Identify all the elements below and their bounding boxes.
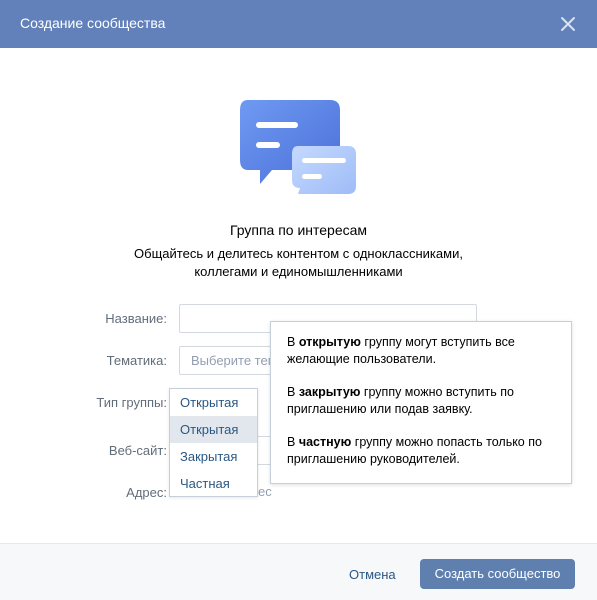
- create-community-button[interactable]: Создать сообщество: [420, 559, 575, 589]
- address-placeholder-tail: ес: [258, 484, 272, 499]
- group-type-option-closed[interactable]: Закрытая: [170, 443, 257, 470]
- topic-label: Тематика:: [106, 353, 167, 368]
- community-description-line1: Общайтесь и делитесь контентом с однокла…: [134, 246, 463, 261]
- group-type-dropdown[interactable]: Открытая Открытая Закрытая Частная: [169, 388, 258, 497]
- cancel-button[interactable]: Отмена: [349, 567, 396, 582]
- group-type-option-open[interactable]: Открытая: [170, 416, 257, 443]
- tooltip-private-text: В частную группу можно попасть только по…: [287, 435, 542, 466]
- tooltip-closed-text: В закрытую группу можно вступить по приг…: [287, 385, 514, 416]
- topic-placeholder: Выберите тем: [191, 353, 277, 368]
- modal-title: Создание сообщества: [20, 15, 166, 31]
- group-type-tooltip: В открытую группу могут вступить все жел…: [270, 321, 572, 484]
- tooltip-open-text: В открытую группу могут вступить все жел…: [287, 335, 515, 366]
- community-type-title: Группа по интересам: [229, 222, 368, 238]
- address-label: Адрес:: [126, 485, 167, 500]
- group-type-current[interactable]: Открытая: [170, 389, 257, 416]
- modal-header: Создание сообщества: [0, 0, 597, 48]
- group-type-label: Тип группы:: [96, 395, 167, 410]
- name-label: Название:: [105, 311, 167, 326]
- group-type-option-private[interactable]: Частная: [170, 470, 257, 497]
- chat-bubbles-icon: [240, 100, 356, 194]
- close-icon[interactable]: [557, 13, 579, 35]
- community-description-line2: коллегами и единомышленниками: [194, 264, 403, 279]
- website-label: Веб-сайт:: [108, 443, 167, 458]
